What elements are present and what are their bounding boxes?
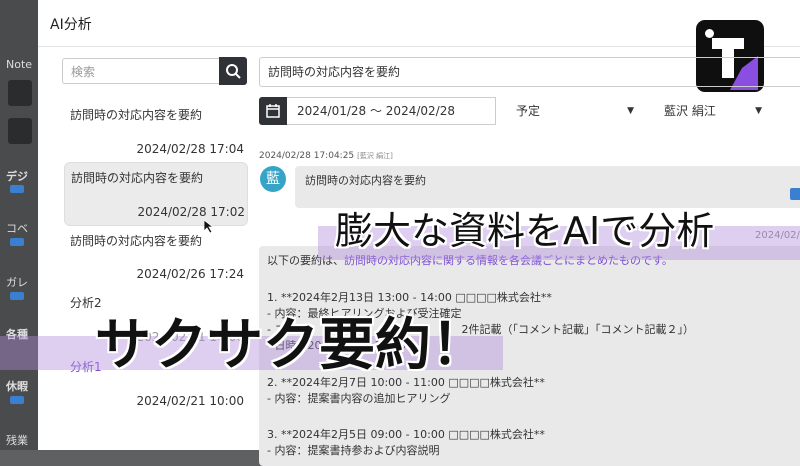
window-titlebar: AI分析: [38, 0, 800, 47]
response-line: - 内容：提案書持参および内容説明: [267, 444, 440, 457]
bg-block: [8, 118, 32, 144]
chevron-down-icon: ▼: [627, 106, 634, 116]
message-timestamp: 2024/02/28 17:04:25: [259, 151, 355, 161]
message-meta: 2024/02/28 17:04:25 [藍沢 絹江]: [259, 151, 393, 161]
bg-label: コベ: [6, 222, 28, 235]
bg-label: Note: [6, 58, 33, 71]
cursor-icon: [204, 220, 214, 234]
bg-block: [8, 80, 32, 106]
search-button[interactable]: [219, 57, 247, 85]
search-input[interactable]: 検索: [62, 58, 219, 84]
list-item-name: 訪問時の対応内容を要約: [70, 108, 203, 122]
caption-top: 膨大な資料をAIで分析: [335, 209, 715, 253]
user-select-value: 藍沢 絹江: [664, 104, 716, 118]
caption-main: サクサク要約！: [95, 313, 487, 378]
bg-label: ガレ: [6, 276, 28, 289]
chevron-down-icon: ▼: [755, 106, 762, 116]
list-item-selected[interactable]: 訪問時の対応内容を要約 2024/02/28 17:02: [64, 162, 248, 226]
copy-icon[interactable]: [790, 188, 800, 200]
analysis-title-input[interactable]: 訪問時の対応内容を要約: [259, 57, 800, 87]
bg-label: 休暇: [6, 380, 28, 393]
list-item[interactable]: 訪問時の対応内容を要約 2024/02/26 17:24: [64, 232, 246, 284]
list-item-name: 訪問時の対応内容を要約: [71, 171, 204, 185]
type-select[interactable]: 予定 ▼: [506, 97, 638, 125]
bg-label: 残業: [6, 434, 28, 447]
window-title: AI分析: [50, 17, 92, 33]
list-item-date: 2024/02/21 10:00: [136, 394, 244, 408]
calendar-button[interactable]: [259, 97, 287, 125]
date-range-field[interactable]: 2024/01/28 〜 2024/02/28: [287, 97, 496, 125]
user-select[interactable]: 藍沢 絹江 ▼: [654, 97, 766, 125]
list-item-date: 2024/02/26 17:24: [136, 267, 244, 281]
list-item-date: 2024/02/28 17:02: [137, 205, 245, 219]
calendar-icon: [266, 104, 280, 118]
bg-chip: [10, 396, 24, 404]
bg-label: デジ: [6, 170, 28, 183]
bg-chip: [10, 292, 24, 300]
list-item[interactable]: 訪問時の対応内容を要約 2024/02/28 17:04: [64, 106, 246, 158]
bg-chip: [10, 185, 24, 193]
type-select-value: 予定: [516, 104, 541, 118]
avatar: 藍: [260, 166, 286, 192]
list-item-name: 訪問時の対応内容を要約: [70, 234, 203, 248]
response-line: 3. **2024年2月5日 09:00 - 10:00 □□□□株式会社**: [267, 428, 545, 441]
list-item-date: 2024/02/28 17:04: [136, 142, 244, 156]
message-user: [藍沢 絹江]: [357, 152, 393, 160]
response-line: - 内容：提案書内容の追加ヒアリング: [267, 392, 451, 405]
user-message-text: 訪問時の対応内容を要約: [305, 174, 426, 187]
bg-chip: [10, 238, 24, 246]
search-icon: [226, 64, 241, 79]
